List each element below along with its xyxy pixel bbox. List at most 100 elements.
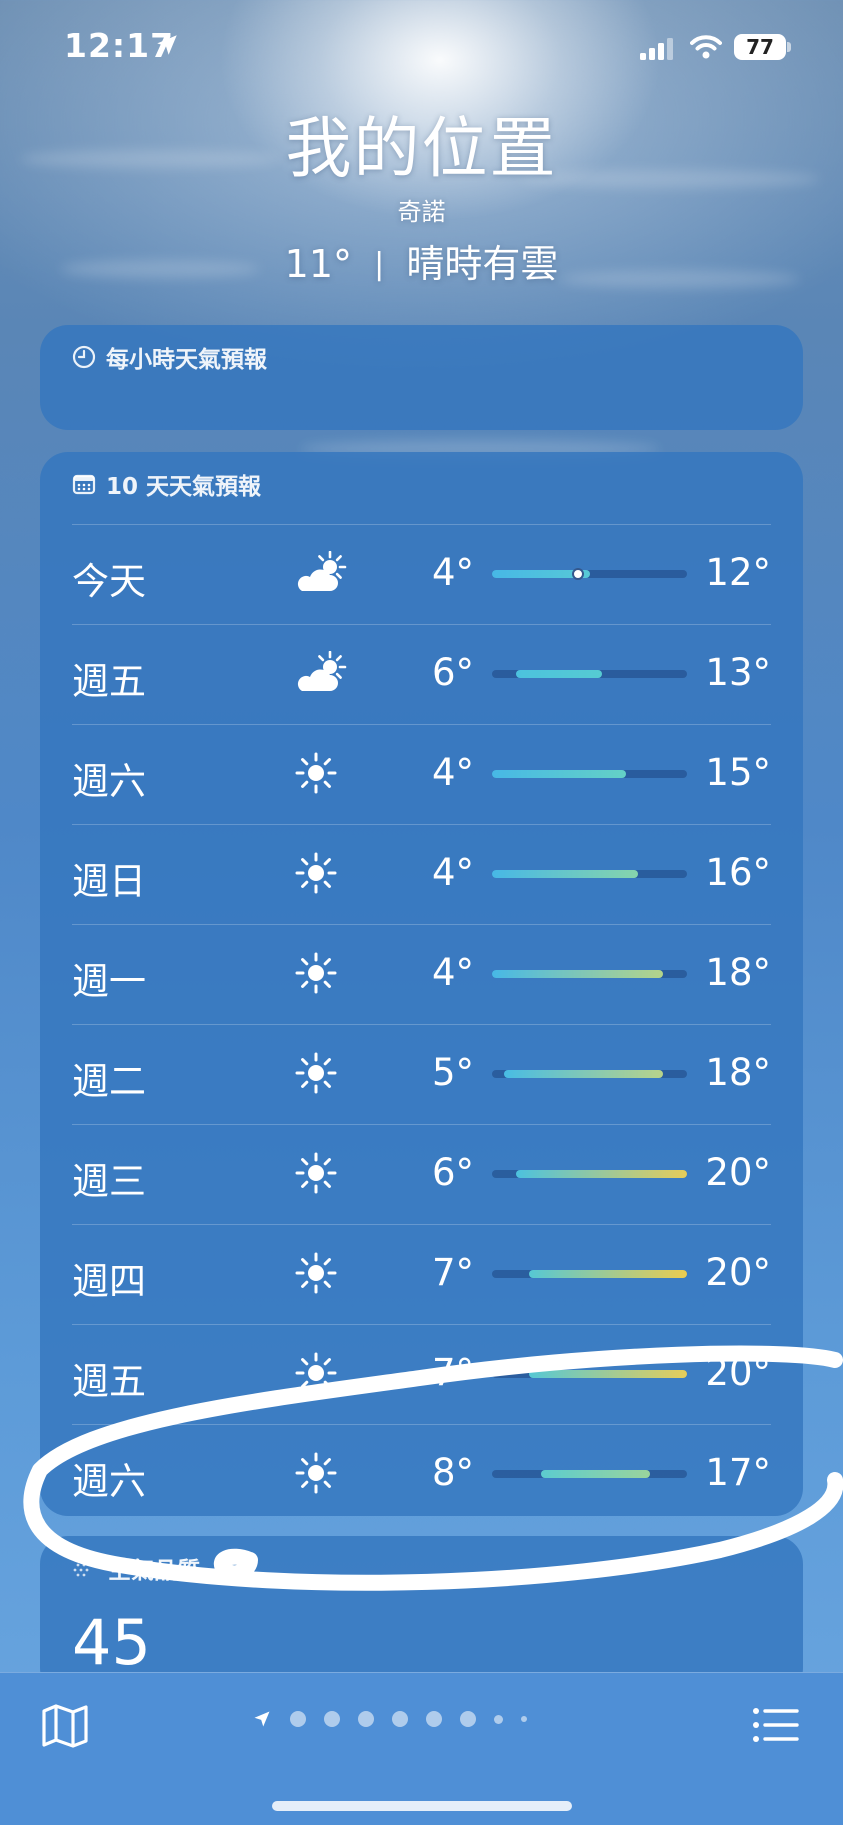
temp-range-fill — [516, 1170, 687, 1178]
sun-icon — [294, 851, 348, 897]
high-temp: 16° — [705, 851, 771, 894]
forecast-row[interactable]: 週五 6° 13° — [72, 624, 771, 724]
temp-range-fill — [516, 670, 602, 678]
high-temp: 15° — [705, 751, 771, 794]
temp-range-bar — [492, 1170, 687, 1178]
low-temp: 4° — [431, 951, 474, 994]
air-quality-header: 空氣品質 — [40, 1536, 803, 1600]
ten-day-forecast-card[interactable]: 10 天天氣預報 今天 4° 12° 週五 6° 13° 週六 4° 15° 週日 4° 16° 週一 4… — [40, 452, 803, 1516]
day-label: 週五 — [72, 1360, 146, 1403]
temp-range-bar — [492, 568, 687, 580]
battery-indicator: 77 — [734, 34, 786, 60]
hourly-forecast-card[interactable]: 每小時天氣預報 — [40, 325, 803, 430]
high-temp: 20° — [705, 1151, 771, 1194]
cellular-signal-icon — [640, 38, 673, 60]
forecast-row[interactable]: 週五 7° 20° — [72, 1324, 771, 1424]
air-quality-value: 45 — [72, 1606, 151, 1679]
forecast-row[interactable]: 週三 6° 20° — [72, 1124, 771, 1224]
temp-range-fill — [528, 1270, 687, 1278]
day-label: 週六 — [72, 760, 146, 803]
current-temp-marker — [572, 568, 585, 580]
page-indicator[interactable] — [252, 1709, 527, 1729]
list-icon[interactable] — [752, 1705, 800, 1745]
page-dot[interactable] — [460, 1711, 476, 1727]
forecast-row[interactable]: 週六 8° 17° — [72, 1424, 771, 1524]
partly-cloudy-icon — [294, 550, 348, 597]
day-label: 週三 — [72, 1160, 146, 1203]
sun-icon — [294, 1351, 348, 1397]
low-temp: 8° — [431, 1451, 474, 1494]
temp-range-fill — [540, 1470, 651, 1478]
sun-icon — [294, 951, 348, 997]
day-label: 週一 — [72, 960, 146, 1003]
high-temp: 20° — [705, 1251, 771, 1294]
forecast-row[interactable]: 今天 4° 12° — [72, 524, 771, 624]
page-dot[interactable] — [426, 1711, 442, 1727]
temp-range-fill — [528, 1370, 687, 1378]
temp-range-bar — [492, 1370, 687, 1378]
day-label: 週二 — [72, 1060, 146, 1103]
clock-icon — [72, 345, 96, 369]
high-temp: 18° — [705, 951, 771, 994]
day-label: 週五 — [72, 660, 146, 703]
forecast-row[interactable]: 週二 5° 18° — [72, 1024, 771, 1124]
forecast-row[interactable]: 週一 4° 18° — [72, 924, 771, 1024]
location-arrow-icon — [157, 35, 177, 55]
condition-text: 晴時有雲 — [406, 242, 559, 286]
low-temp: 4° — [431, 551, 474, 594]
temp-range-bar — [492, 970, 687, 978]
temp-range-bar — [492, 670, 687, 678]
low-temp: 6° — [431, 651, 474, 694]
forecast-row[interactable]: 週四 7° 20° — [72, 1224, 771, 1324]
battery-nub — [787, 42, 791, 52]
page-dot[interactable] — [324, 1711, 340, 1727]
temp-range-fill — [504, 1070, 663, 1078]
page-dot[interactable] — [521, 1716, 527, 1722]
page-dot[interactable] — [358, 1711, 374, 1727]
hourly-label: 每小時天氣預報 — [106, 347, 267, 373]
current-temp: 11° — [284, 242, 353, 286]
low-temp: 6° — [431, 1151, 474, 1194]
home-indicator[interactable] — [272, 1801, 572, 1811]
low-temp: 7° — [431, 1251, 474, 1294]
high-temp: 12° — [705, 551, 771, 594]
high-temp: 13° — [705, 651, 771, 694]
calendar-icon — [72, 474, 96, 495]
temp-range-bar — [492, 1070, 687, 1078]
partly-cloudy-icon — [294, 650, 348, 697]
map-icon[interactable] — [40, 1703, 90, 1749]
temp-range-bar — [492, 1470, 687, 1478]
temp-range-fill — [492, 770, 627, 778]
low-temp: 5° — [431, 1051, 474, 1094]
sun-icon — [294, 751, 348, 797]
sun-icon — [294, 1051, 348, 1097]
sun-icon — [294, 1451, 348, 1497]
temp-range-bar — [492, 770, 687, 778]
daily-label: 10 天天氣預報 — [106, 474, 262, 500]
wifi-icon — [690, 35, 722, 59]
sun-icon — [294, 1151, 348, 1197]
high-temp: 20° — [705, 1351, 771, 1394]
day-label: 週四 — [72, 1260, 146, 1303]
air-quality-label: 空氣品質 — [108, 1558, 200, 1584]
temp-range-bar — [492, 1270, 687, 1278]
bottom-toolbar — [0, 1672, 843, 1825]
temp-range-fill — [492, 970, 663, 978]
location-page-arrow-icon[interactable] — [252, 1709, 272, 1729]
day-label: 週日 — [72, 860, 146, 903]
day-label: 週六 — [72, 1460, 146, 1503]
separator: | — [374, 247, 385, 282]
low-temp: 4° — [431, 851, 474, 894]
low-temp: 7° — [431, 1351, 474, 1394]
hourly-header: 每小時天氣預報 — [40, 325, 803, 389]
location-header: 我的位置 奇諾 11° | 晴時有雲 — [0, 110, 843, 288]
page-dot[interactable] — [392, 1711, 408, 1727]
sun-icon — [294, 1251, 348, 1297]
location-title: 我的位置 — [285, 110, 558, 187]
forecast-row[interactable]: 週日 4° 16° — [72, 824, 771, 924]
high-temp: 18° — [705, 1051, 771, 1094]
forecast-row[interactable]: 週六 4° 15° — [72, 724, 771, 824]
temp-range-fill — [492, 870, 639, 878]
page-dot[interactable] — [290, 1711, 306, 1727]
page-dot[interactable] — [494, 1714, 503, 1724]
